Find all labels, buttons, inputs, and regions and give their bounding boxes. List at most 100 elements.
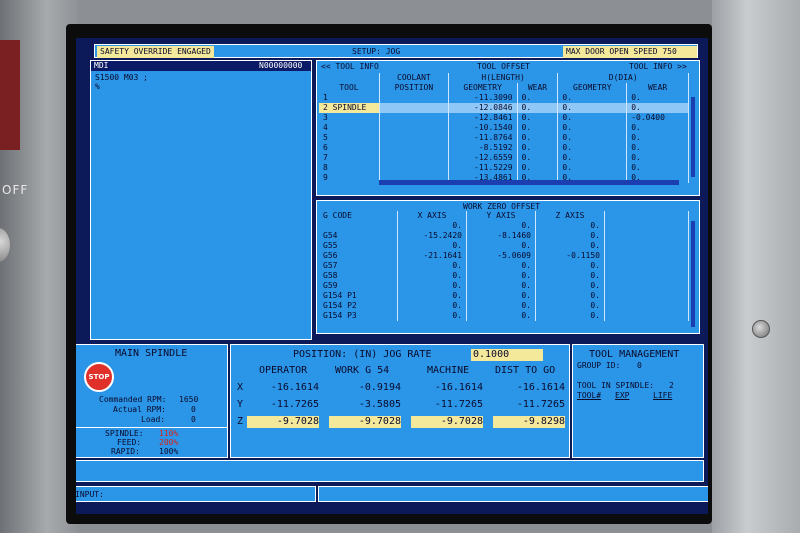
table-row[interactable]: G55 0. 0. 0. xyxy=(319,241,689,251)
z-offset: 0. xyxy=(535,291,605,301)
table-row[interactable]: G54 -15.2420 -8.1460 0. xyxy=(319,231,689,241)
d-dia-header: D(DIA) xyxy=(557,73,689,83)
axis-label-z: Z xyxy=(237,416,244,427)
table-row[interactable]: G59 0. 0. 0. xyxy=(319,281,689,291)
y-offset: -5.0609 xyxy=(466,251,536,261)
table-row[interactable]: 0. 0. 0. xyxy=(319,221,689,231)
x-offset: 0. xyxy=(397,311,467,321)
table-row[interactable]: 8 -11.5229 0. 0. 0. xyxy=(319,163,689,173)
tool-offset-panel: << TOOL INFO TOOL OFFSET TOOL INFO >> CO… xyxy=(316,60,700,196)
h-wear: 0. xyxy=(517,163,559,173)
work-zero-table: G CODE X AXIS Y AXIS Z AXIS 0. 0. 0. G54 -1… xyxy=(319,211,689,321)
table-row[interactable]: 5 -11.8764 0. 0. 0. xyxy=(319,133,689,143)
machine-col-header: MACHINE xyxy=(427,365,470,376)
d-wear: 0. xyxy=(626,153,689,163)
table-row[interactable]: 7 -12.6559 0. 0. 0. xyxy=(319,153,689,163)
tool-number: 8 xyxy=(319,163,380,173)
y-axis-header: Y AXIS xyxy=(466,211,536,221)
x-offset: 0. xyxy=(397,261,467,271)
commanded-rpm-label: Commanded RPM: xyxy=(99,395,167,404)
input-bar[interactable]: INPUT: xyxy=(76,486,316,502)
table-row[interactable]: 3 -12.8461 0. 0. -0.0400 xyxy=(319,113,689,123)
tool-col-header: TOOL xyxy=(319,83,380,93)
work-zero-vertical-scrollbar[interactable] xyxy=(691,221,695,327)
operator-col-header: OPERATOR xyxy=(259,365,308,376)
table-row[interactable]: G154 P3 0. 0. 0. xyxy=(319,311,689,321)
rapid-override-label: RAPID: xyxy=(111,447,140,456)
d-geometry: 0. xyxy=(557,163,628,173)
message-bar xyxy=(76,460,704,482)
screw-icon xyxy=(752,320,770,338)
coolant-position xyxy=(379,163,449,173)
d-wear: 0. xyxy=(626,143,689,153)
actual-rpm-value: 0 xyxy=(191,405,196,414)
d-geometry: 0. xyxy=(557,113,628,123)
tool-number: 3 xyxy=(319,113,380,123)
table-row[interactable]: G154 P2 0. 0. 0. xyxy=(319,301,689,311)
mdi-panel[interactable]: MDI N00000000 S1500 M03 ; % xyxy=(90,60,312,340)
table-row[interactable]: G58 0. 0. 0. xyxy=(319,271,689,281)
z-work: -9.7028 xyxy=(329,416,401,428)
tool-in-spindle-label: TOOL IN SPINDLE: xyxy=(577,381,655,390)
mdi-program-line[interactable]: S1500 M03 ; xyxy=(95,73,148,83)
tool-number: 7 xyxy=(319,153,380,163)
x-offset: 0. xyxy=(397,241,467,251)
d-wear: 0. xyxy=(626,163,689,173)
stop-icon: STOP xyxy=(84,362,114,392)
table-row[interactable]: G56 -21.1641 -5.0609 -0.1150 xyxy=(319,251,689,261)
h-wear: 0. xyxy=(517,123,559,133)
cnc-screen: SAFETY OVERRIDE ENGAGED SETUP: JOG MAX D… xyxy=(76,38,708,514)
tool-table-horizontal-scrollbar[interactable] xyxy=(379,180,679,185)
table-row-selected[interactable]: 2 SPINDLE -12.0846 0. 0. 0. xyxy=(319,103,689,113)
table-row[interactable]: 1 -11.3090 0. 0. 0. xyxy=(319,93,689,103)
coolant-position xyxy=(379,143,449,153)
gcode: G54 xyxy=(319,231,398,241)
h-geometry: -12.0846 xyxy=(448,103,518,113)
table-row[interactable]: G154 P1 0. 0. 0. xyxy=(319,291,689,301)
y-offset: 0. xyxy=(466,261,536,271)
tool-info-prev-tab[interactable]: << TOOL INFO xyxy=(321,62,379,72)
h-geometry: -8.5192 xyxy=(448,143,518,153)
x-operator: -16.1614 xyxy=(270,382,319,393)
jog-rate-value[interactable]: 0.1000 xyxy=(471,349,543,361)
tool-number: 6 xyxy=(319,143,380,153)
d-geometry: 0. xyxy=(557,143,628,153)
group-id-label: GROUP ID: xyxy=(577,361,621,370)
table-row[interactable]: 6 -8.5192 0. 0. 0. xyxy=(319,143,689,153)
coolant-position xyxy=(379,113,449,123)
status-bar: SAFETY OVERRIDE ENGAGED SETUP: JOG MAX D… xyxy=(94,44,698,68)
d-geometry-header: GEOMETRY xyxy=(557,83,628,93)
table-row[interactable]: G57 0. 0. 0. xyxy=(319,261,689,271)
tool-offset-table: COOLANT H(LENGTH) D(DIA) TOOL POSITION G… xyxy=(319,73,689,183)
y-offset: 0. xyxy=(466,281,536,291)
x-machine: -16.1614 xyxy=(434,382,483,393)
d-geometry: 0. xyxy=(557,133,628,143)
d-wear: 0. xyxy=(626,103,689,113)
z-dist-to-go: -9.8298 xyxy=(493,416,565,428)
d-geometry: 0. xyxy=(557,103,628,113)
tool-management-panel: TOOL MANAGEMENT GROUP ID: 0 TOOL IN SPIN… xyxy=(572,344,704,458)
tool-number: 9 xyxy=(319,173,380,183)
h-geometry: -10.1540 xyxy=(448,123,518,133)
tool-info-next-tab[interactable]: TOOL INFO >> xyxy=(629,62,687,72)
coolant-position xyxy=(379,93,449,103)
input-status-bar xyxy=(318,486,708,502)
gcode: G56 xyxy=(319,251,398,261)
x-offset: 0. xyxy=(397,281,467,291)
x-dist-to-go: -16.1614 xyxy=(516,382,565,393)
rapid-override-value: 100% xyxy=(159,447,179,456)
group-id-value: 0 xyxy=(637,361,642,370)
load-value: 0 xyxy=(191,415,196,424)
table-row[interactable]: 4 -10.1540 0. 0. 0. xyxy=(319,123,689,133)
coolant-position xyxy=(379,133,449,143)
x-offset: 0. xyxy=(397,271,467,281)
tool-table-vertical-scrollbar[interactable] xyxy=(691,97,695,177)
h-geometry: -12.6559 xyxy=(448,153,518,163)
gcode: G58 xyxy=(319,271,398,281)
setup-mode-status: SETUP: JOG xyxy=(352,47,401,56)
tool-management-title: TOOL MANAGEMENT xyxy=(589,349,680,360)
h-wear: 0. xyxy=(517,113,559,123)
tool-number-col-header: TOOL# xyxy=(577,391,602,400)
input-label: INPUT: xyxy=(76,490,104,499)
h-geometry: -11.5229 xyxy=(448,163,518,173)
